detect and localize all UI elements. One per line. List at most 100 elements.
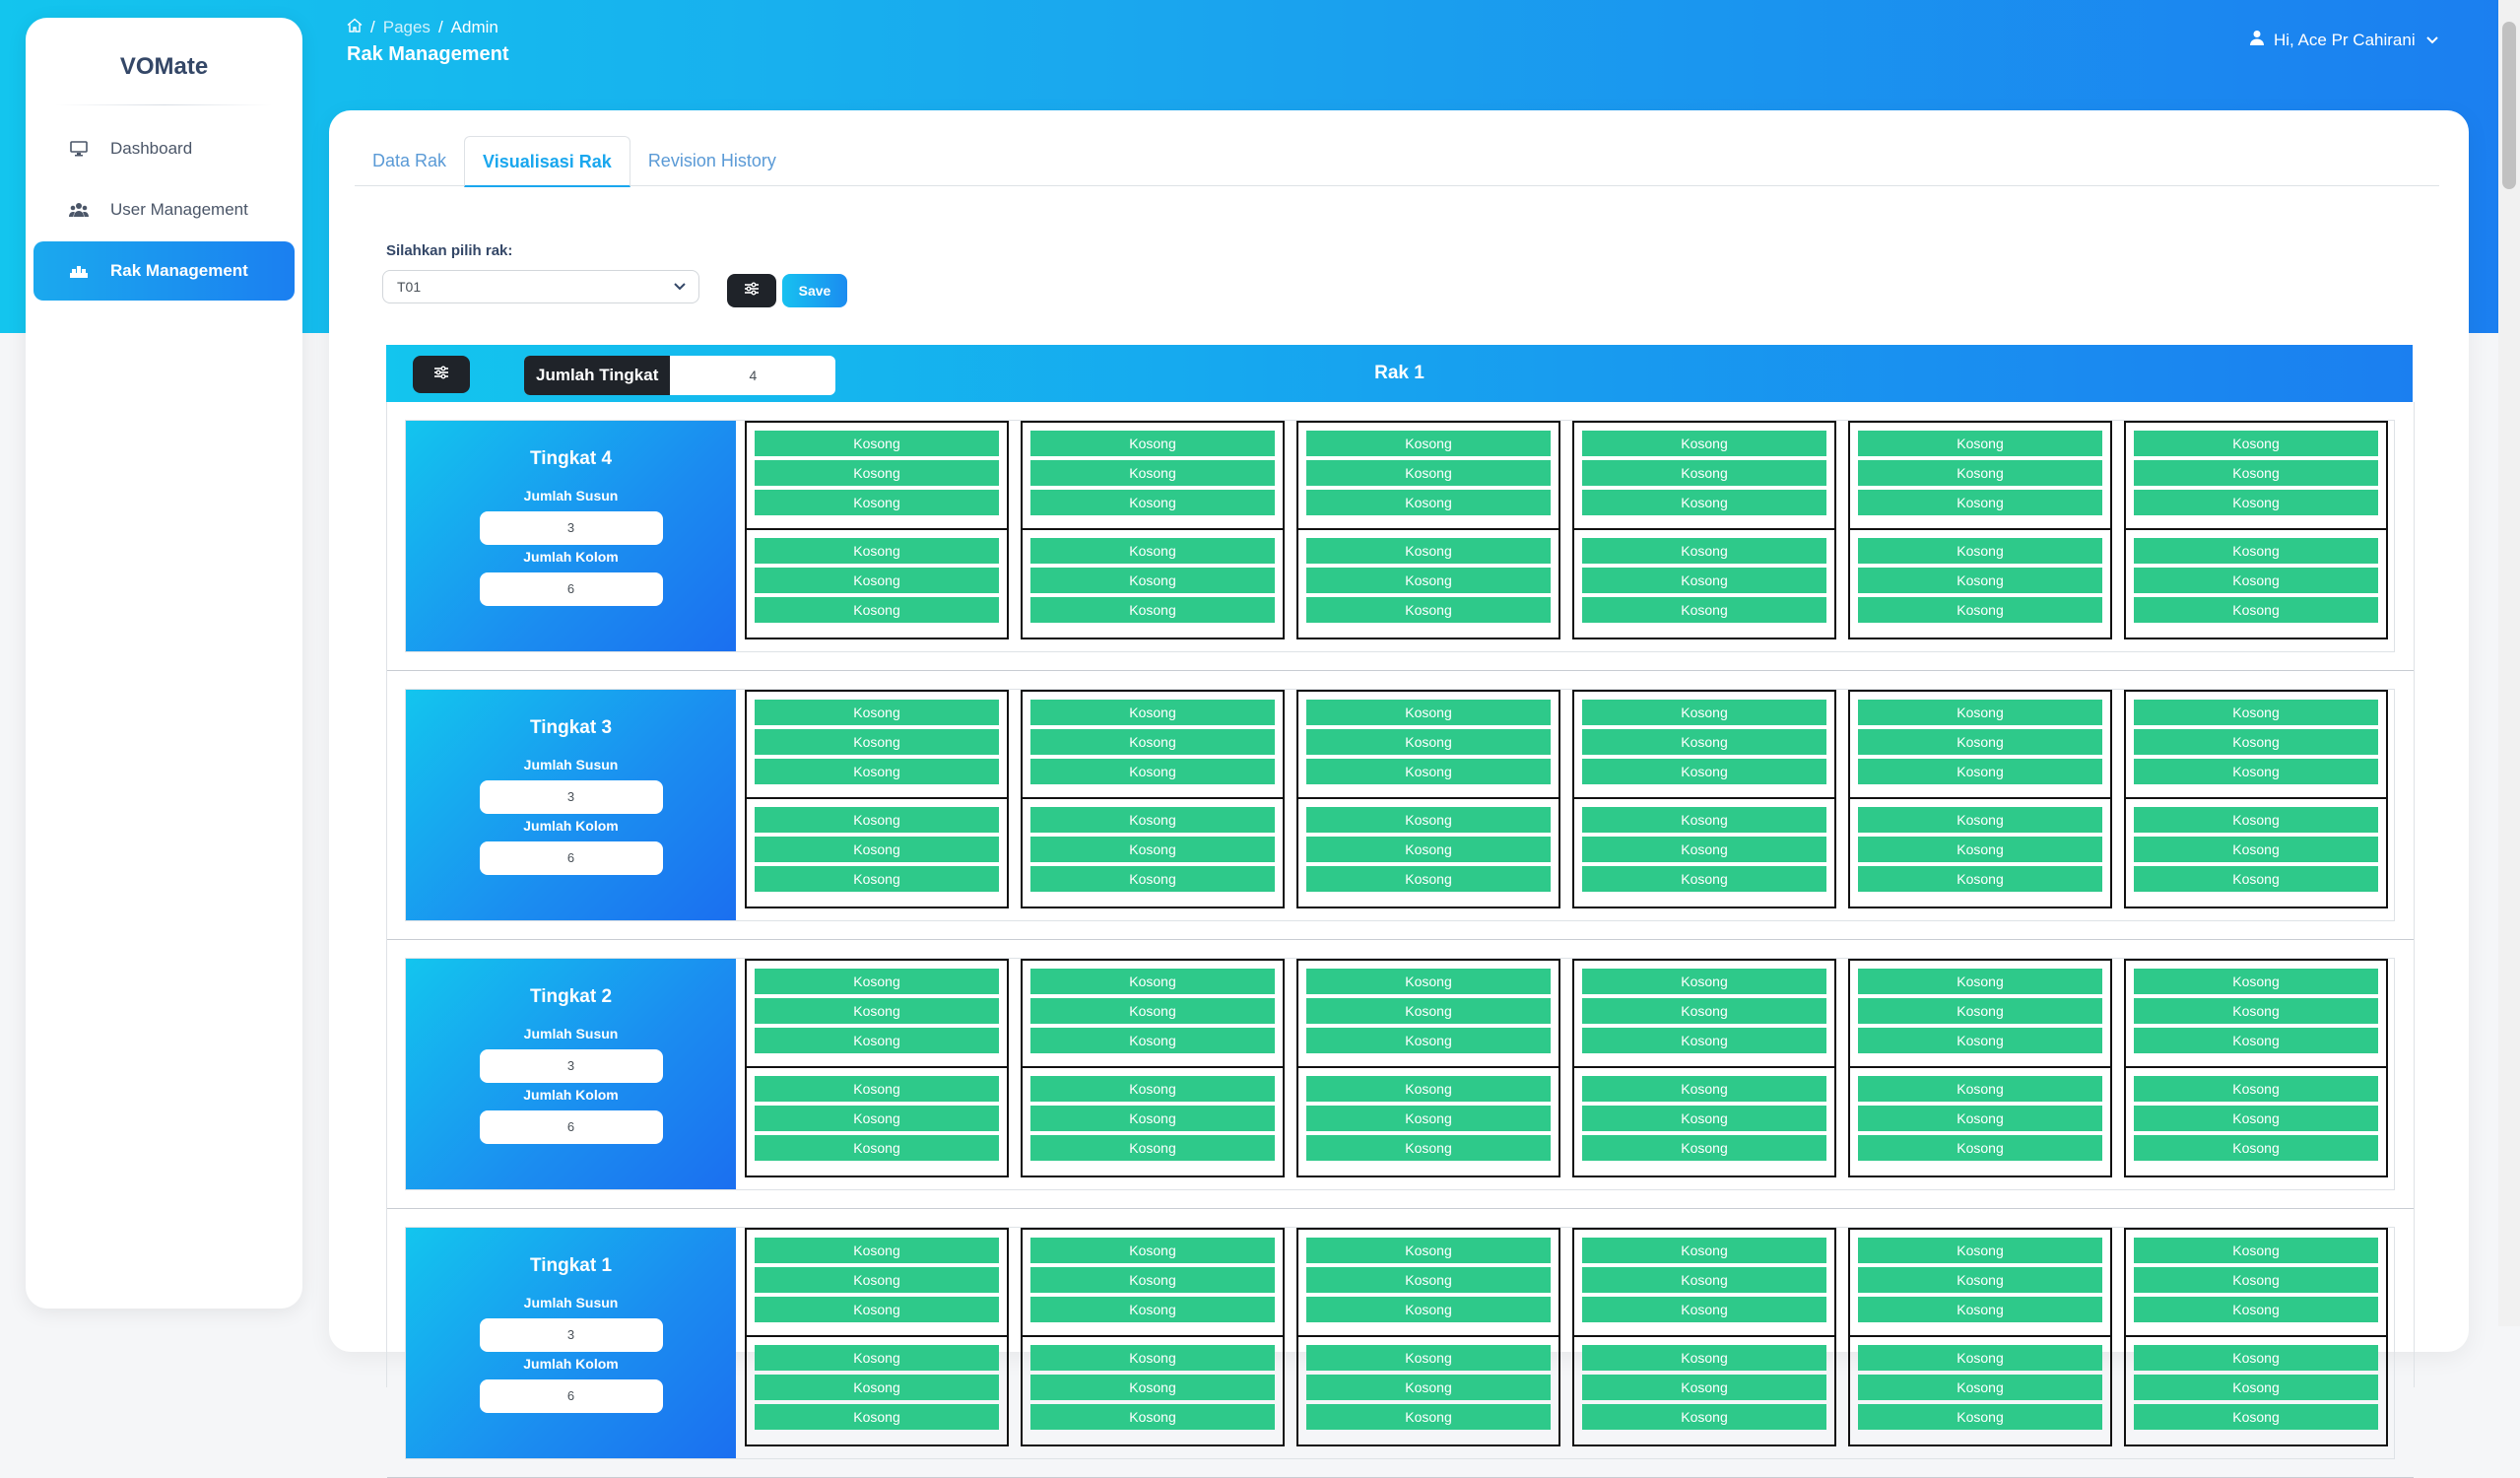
slot-kosong[interactable]: Kosong [755, 1375, 999, 1400]
home-icon[interactable] [347, 18, 363, 37]
slot-kosong[interactable]: Kosong [755, 1404, 999, 1430]
slot-kosong[interactable]: Kosong [755, 1076, 999, 1102]
slot-kosong[interactable]: Kosong [1582, 1375, 1826, 1400]
slot-kosong[interactable]: Kosong [1030, 431, 1275, 456]
slot-kosong[interactable]: Kosong [1306, 1267, 1551, 1293]
slot-kosong[interactable]: Kosong [1306, 1106, 1551, 1131]
sidebar-item-dashboard[interactable]: Dashboard [33, 119, 295, 178]
user-menu[interactable]: Hi, Ace Pr Cahirani [2250, 30, 2439, 50]
tab-data-rak[interactable]: Data Rak [355, 136, 464, 185]
slot-kosong[interactable]: Kosong [1030, 538, 1275, 564]
brand-logo[interactable]: VOMate [26, 47, 302, 87]
slot-kosong[interactable]: Kosong [1582, 729, 1826, 755]
slot-kosong[interactable]: Kosong [2134, 460, 2378, 486]
slot-kosong[interactable]: Kosong [755, 1028, 999, 1053]
slot-kosong[interactable]: Kosong [2134, 837, 2378, 862]
slot-kosong[interactable]: Kosong [2134, 807, 2378, 833]
slot-kosong[interactable]: Kosong [755, 1297, 999, 1322]
slot-kosong[interactable]: Kosong [2134, 538, 2378, 564]
slot-kosong[interactable]: Kosong [755, 431, 999, 456]
slot-kosong[interactable]: Kosong [755, 837, 999, 862]
slot-kosong[interactable]: Kosong [1030, 1028, 1275, 1053]
slot-kosong[interactable]: Kosong [1582, 490, 1826, 515]
slot-kosong[interactable]: Kosong [1582, 1267, 1826, 1293]
slot-kosong[interactable]: Kosong [1858, 1238, 2102, 1263]
slot-kosong[interactable]: Kosong [2134, 729, 2378, 755]
slot-kosong[interactable]: Kosong [755, 998, 999, 1024]
slot-kosong[interactable]: Kosong [1030, 1404, 1275, 1430]
slot-kosong[interactable]: Kosong [1030, 597, 1275, 623]
slot-kosong[interactable]: Kosong [1030, 1106, 1275, 1131]
slot-kosong[interactable]: Kosong [1030, 1375, 1275, 1400]
slot-kosong[interactable]: Kosong [1030, 1135, 1275, 1161]
slot-kosong[interactable]: Kosong [2134, 1106, 2378, 1131]
slot-kosong[interactable]: Kosong [1030, 1297, 1275, 1322]
slot-kosong[interactable]: Kosong [1306, 1345, 1551, 1371]
slot-kosong[interactable]: Kosong [1306, 866, 1551, 892]
slot-kosong[interactable]: Kosong [2134, 1028, 2378, 1053]
slot-kosong[interactable]: Kosong [1030, 490, 1275, 515]
slot-kosong[interactable]: Kosong [1858, 807, 2102, 833]
slot-kosong[interactable]: Kosong [1030, 998, 1275, 1024]
slot-kosong[interactable]: Kosong [755, 969, 999, 994]
slot-kosong[interactable]: Kosong [1306, 759, 1551, 784]
slot-kosong[interactable]: Kosong [2134, 1345, 2378, 1371]
slot-kosong[interactable]: Kosong [1582, 807, 1826, 833]
jumlah-susun-input[interactable]: 3 [479, 1318, 663, 1352]
filter-button[interactable] [727, 274, 776, 307]
slot-kosong[interactable]: Kosong [1858, 729, 2102, 755]
slot-kosong[interactable]: Kosong [1858, 1135, 2102, 1161]
jumlah-kolom-input[interactable]: 6 [479, 1110, 663, 1144]
slot-kosong[interactable]: Kosong [1858, 1106, 2102, 1131]
rack-select[interactable]: T01 [382, 270, 699, 303]
slot-kosong[interactable]: Kosong [1030, 568, 1275, 593]
slot-kosong[interactable]: Kosong [2134, 759, 2378, 784]
slot-kosong[interactable]: Kosong [1582, 538, 1826, 564]
slot-kosong[interactable]: Kosong [1858, 759, 2102, 784]
slot-kosong[interactable]: Kosong [1858, 538, 2102, 564]
slot-kosong[interactable]: Kosong [1858, 998, 2102, 1024]
slot-kosong[interactable]: Kosong [1306, 807, 1551, 833]
slot-kosong[interactable]: Kosong [1858, 490, 2102, 515]
slot-kosong[interactable]: Kosong [2134, 1404, 2378, 1430]
sidebar-item-user-management[interactable]: User Management [33, 180, 295, 239]
slot-kosong[interactable]: Kosong [1306, 998, 1551, 1024]
slot-kosong[interactable]: Kosong [1306, 1135, 1551, 1161]
slot-kosong[interactable]: Kosong [1306, 1028, 1551, 1053]
slot-kosong[interactable]: Kosong [1582, 866, 1826, 892]
slot-kosong[interactable]: Kosong [755, 1345, 999, 1371]
slot-kosong[interactable]: Kosong [755, 1267, 999, 1293]
slot-kosong[interactable]: Kosong [1582, 568, 1826, 593]
slot-kosong[interactable]: Kosong [1030, 1076, 1275, 1102]
slot-kosong[interactable]: Kosong [755, 807, 999, 833]
slot-kosong[interactable]: Kosong [1582, 1238, 1826, 1263]
slot-kosong[interactable]: Kosong [755, 568, 999, 593]
slot-kosong[interactable]: Kosong [1030, 1345, 1275, 1371]
slot-kosong[interactable]: Kosong [1582, 460, 1826, 486]
slot-kosong[interactable]: Kosong [2134, 969, 2378, 994]
slot-kosong[interactable]: Kosong [1858, 837, 2102, 862]
save-button[interactable]: Save [782, 274, 847, 307]
slot-kosong[interactable]: Kosong [755, 1238, 999, 1263]
slot-kosong[interactable]: Kosong [1582, 597, 1826, 623]
slot-kosong[interactable]: Kosong [1030, 1238, 1275, 1263]
slot-kosong[interactable]: Kosong [1858, 1028, 2102, 1053]
slot-kosong[interactable]: Kosong [2134, 866, 2378, 892]
slot-kosong[interactable]: Kosong [1030, 866, 1275, 892]
slot-kosong[interactable]: Kosong [2134, 1076, 2378, 1102]
slot-kosong[interactable]: Kosong [1858, 700, 2102, 725]
slot-kosong[interactable]: Kosong [1306, 1404, 1551, 1430]
slot-kosong[interactable]: Kosong [1858, 969, 2102, 994]
slot-kosong[interactable]: Kosong [1858, 568, 2102, 593]
slot-kosong[interactable]: Kosong [1858, 1404, 2102, 1430]
slot-kosong[interactable]: Kosong [1306, 568, 1551, 593]
breadcrumb-pages[interactable]: Pages [383, 18, 431, 37]
slot-kosong[interactable]: Kosong [1582, 969, 1826, 994]
jumlah-tingkat-input[interactable]: 4 [670, 356, 835, 395]
slot-kosong[interactable]: Kosong [755, 538, 999, 564]
slot-kosong[interactable]: Kosong [1858, 1267, 2102, 1293]
slot-kosong[interactable]: Kosong [1582, 837, 1826, 862]
jumlah-kolom-input[interactable]: 6 [479, 1379, 663, 1413]
slot-kosong[interactable]: Kosong [2134, 700, 2378, 725]
slot-kosong[interactable]: Kosong [1582, 998, 1826, 1024]
